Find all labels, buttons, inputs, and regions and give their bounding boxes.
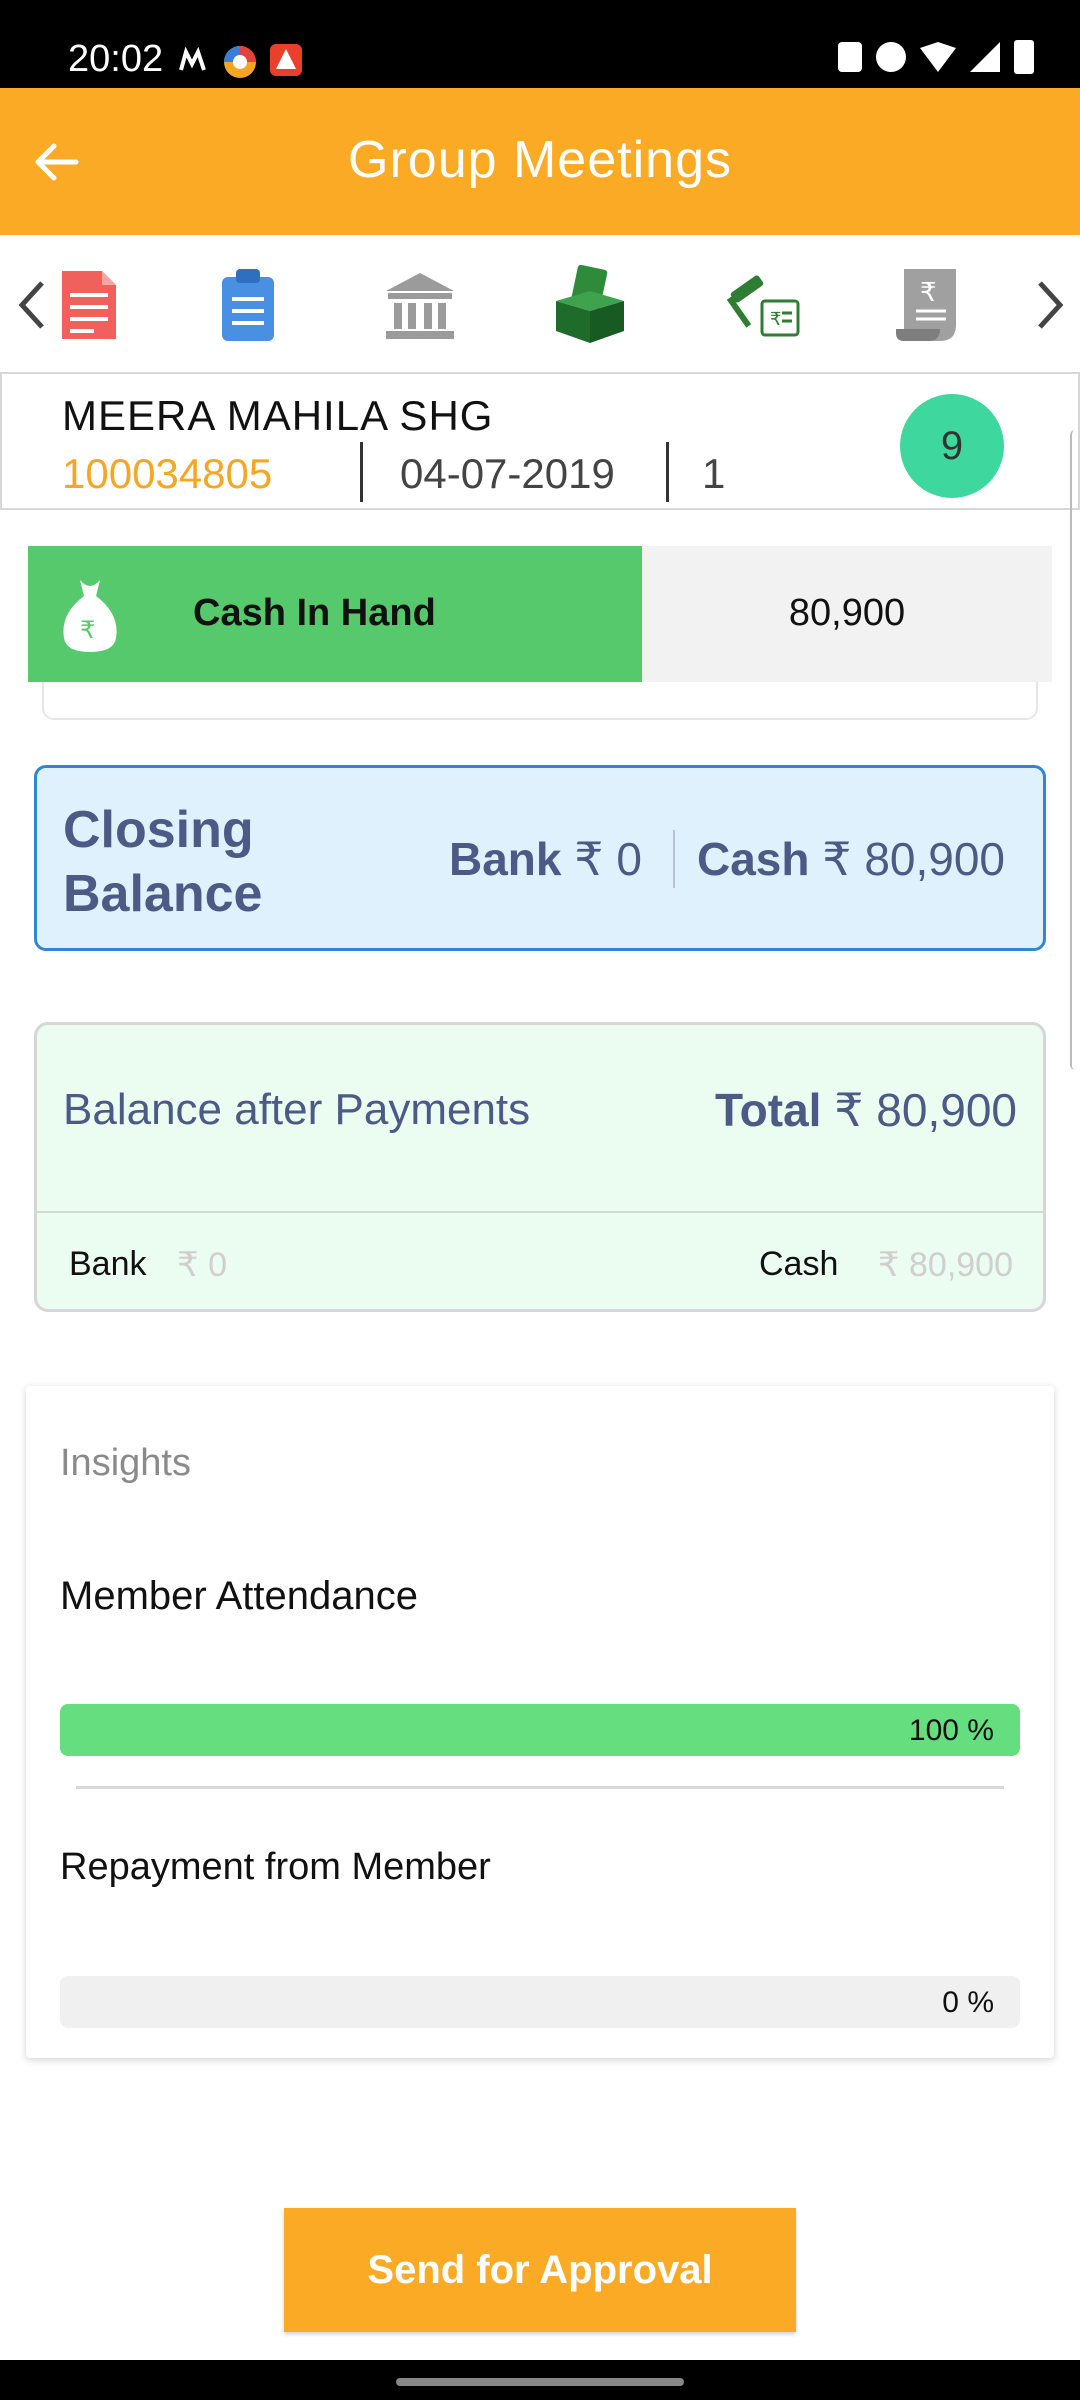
progress-fill [60, 1704, 1020, 1756]
bank-label: Bank [69, 1245, 147, 1283]
bank-value: ₹ 0 [177, 1246, 227, 1284]
attendance-progress-bar: 100 % [60, 1704, 1020, 1756]
status-bar: 20:02 [0, 0, 1080, 88]
wifi-icon [920, 42, 956, 72]
cash-label: Cash [759, 1245, 839, 1283]
balance-total-value: ₹ 80,900 [834, 1084, 1017, 1136]
m-icon [178, 44, 210, 76]
browser-icon [222, 44, 256, 78]
page-title: Group Meetings [348, 131, 732, 189]
meeting-date: 04-07-2019 [400, 450, 615, 497]
group-name: MEERA MAHILA SHG [62, 392, 494, 439]
group-id: 100034805 [62, 450, 273, 497]
app-icon [270, 44, 302, 76]
balance-total-label: Total [715, 1084, 822, 1136]
section-tab-strip: ₹ ₹ [0, 235, 1080, 370]
divider [360, 442, 363, 502]
svg-text:₹: ₹ [80, 616, 95, 644]
scrollbar[interactable] [1070, 430, 1080, 1070]
money-bag-icon: ₹ [58, 574, 122, 654]
divider [37, 1211, 1043, 1213]
cash-in-hand-banner: ₹ Cash In Hand 80,900 [28, 546, 1052, 682]
closing-balance-title-line2: Balance [63, 865, 263, 923]
svg-text:₹: ₹ [920, 278, 937, 308]
insights-heading: Insights [60, 1442, 191, 1484]
cash-value: ₹ 80,900 [877, 1246, 1013, 1284]
clipboard-icon[interactable] [208, 265, 288, 345]
send-for-approval-button[interactable]: Send for Approval [284, 2208, 796, 2332]
group-header: MEERA MAHILA SHG 100034805 04-07-2019 1 … [0, 372, 1080, 510]
divider [673, 830, 675, 888]
closing-bank-label: Bank [449, 833, 562, 885]
status-time: 20:02 [68, 38, 164, 80]
app-bar: Group Meetings [0, 88, 1080, 235]
bank-icon[interactable] [380, 265, 460, 345]
meeting-number: 1 [702, 450, 726, 497]
balance-after-payments-title: Balance after Payments [63, 1085, 531, 1134]
metric-label: Member Attendance [60, 1574, 418, 1618]
closing-balance-title-line1: Closing [63, 801, 254, 859]
repayment-progress-bar: 0 % [60, 1976, 1020, 2028]
document-icon[interactable] [50, 265, 130, 345]
signal-icon [970, 42, 1000, 72]
battery-saver-icon [838, 42, 862, 72]
chevron-left-icon[interactable] [12, 275, 52, 335]
member-count-badge[interactable]: 9 [900, 394, 1004, 498]
progress-percent: 0 % [942, 1986, 994, 2019]
cash-box-icon[interactable] [550, 264, 630, 345]
insights-card: Insights Member Attendance 100 % Repayme… [26, 1386, 1054, 2058]
closing-bank-balance: Bank ₹ 0 [449, 832, 642, 886]
alarm-icon [876, 42, 906, 72]
cash-in-hand-label-panel: ₹ Cash In Hand [28, 546, 642, 682]
closing-bank-value: ₹ 0 [574, 833, 642, 885]
chevron-right-icon[interactable] [1030, 275, 1070, 335]
progress-percent: 100 % [908, 1714, 994, 1747]
svg-text:₹: ₹ [770, 309, 781, 330]
home-gesture-handle[interactable] [396, 2378, 684, 2386]
closing-cash-label: Cash [697, 833, 810, 885]
divider [76, 1786, 1004, 1789]
closing-cash-value: ₹ 80,900 [822, 833, 1006, 885]
status-icons [838, 40, 1034, 74]
navigation-bar [0, 2360, 1080, 2400]
cash-in-hand-label: Cash In Hand [193, 592, 436, 634]
cash-in-hand-value: 80,900 [788, 592, 906, 634]
loan-gavel-icon[interactable]: ₹ [722, 265, 802, 345]
balance-after-payments-card: Balance after Payments Total ₹ 80,900 Ba… [34, 1022, 1046, 1312]
balance-total: Total ₹ 80,900 [715, 1083, 1017, 1137]
battery-icon [1014, 40, 1034, 74]
closing-cash-balance: Cash ₹ 80,900 [697, 832, 1005, 886]
metric-label: Repayment from Member [60, 1846, 491, 1888]
receipt-icon[interactable]: ₹ [890, 265, 970, 345]
closing-balance-title: Closing Balance [63, 798, 262, 926]
divider [666, 442, 669, 502]
closing-balance-card: Closing Balance Bank ₹ 0 Cash ₹ 80,900 [34, 765, 1046, 951]
